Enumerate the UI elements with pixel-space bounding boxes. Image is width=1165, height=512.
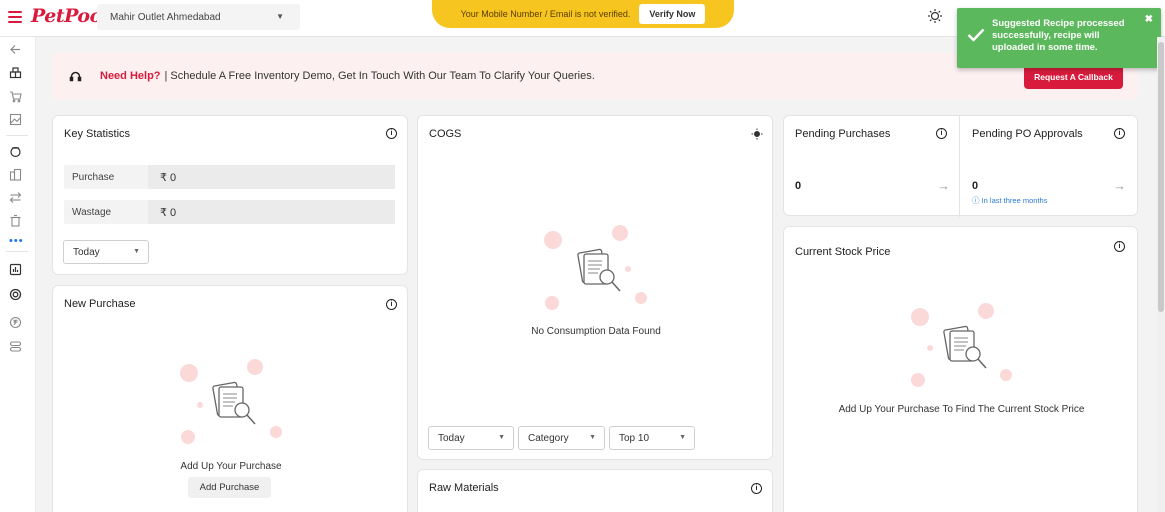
pending-po-note: ⓘ In last three months: [972, 196, 1048, 205]
cogs-top-select[interactable]: Top 10 ▼: [609, 426, 695, 450]
info-icon[interactable]: i: [936, 128, 947, 139]
stat-label: Purchase: [72, 172, 115, 183]
stat-row-wastage: Wastage ₹ 0: [64, 200, 395, 224]
card-title: Pending PO Approvals: [972, 128, 1083, 140]
support-icon[interactable]: [9, 288, 22, 301]
scrollbar-thumb[interactable]: [1158, 42, 1164, 312]
info-icon[interactable]: i: [1114, 128, 1125, 139]
cogs-period-select[interactable]: Today ▼: [428, 426, 514, 450]
sidebar-divider: [6, 135, 28, 136]
checkmark-icon: [967, 28, 985, 42]
new-purchase-card: New Purchase i Add Up Your Purchase Add …: [52, 285, 408, 512]
card-title: Pending Purchases: [795, 128, 891, 140]
period-value: Today: [438, 433, 465, 444]
stat-label: Wastage: [72, 207, 112, 218]
more-dots-icon[interactable]: •••: [9, 236, 24, 247]
card-title: Raw Materials: [429, 482, 499, 494]
empty-state-illustration-icon: [544, 225, 647, 310]
chevron-down-icon: ▼: [276, 12, 284, 21]
empty-state-illustration-icon: [911, 303, 1012, 387]
empty-state-illustration-icon: [180, 359, 282, 444]
verification-message: Your Mobile Number / Email is not verifi…: [460, 9, 631, 19]
card-title: Current Stock Price: [795, 246, 891, 258]
category-value: Category: [528, 433, 569, 444]
cogs-card: COGS No Consumption Data Found Today ▼ C…: [417, 115, 773, 460]
card-title: New Purchase: [64, 298, 136, 310]
help-message: | Schedule A Free Inventory Demo, Get In…: [164, 70, 595, 82]
image-icon[interactable]: [9, 113, 22, 126]
current-stock-card: Current Stock Price i Add Up Your Purcha…: [783, 226, 1138, 512]
empty-state-text: No Consumption Data Found: [531, 326, 661, 337]
info-icon[interactable]: i: [1114, 241, 1125, 252]
arrow-right-icon[interactable]: →: [937, 178, 950, 193]
chevron-down-icon: ▼: [498, 434, 505, 441]
lightbulb-icon[interactable]: [927, 8, 943, 24]
raw-materials-card: Raw Materials i: [417, 469, 773, 512]
top-value: Top 10: [619, 433, 650, 444]
info-icon[interactable]: i: [751, 483, 762, 494]
card-divider: [959, 116, 960, 217]
verification-banner: Your Mobile Number / Email is not verifi…: [432, 0, 734, 28]
stat-value: ₹ 0: [148, 165, 395, 189]
rupee-icon[interactable]: [9, 316, 22, 329]
info-icon[interactable]: i: [386, 299, 397, 310]
pending-po-count: 0: [972, 180, 979, 192]
stat-value: ₹ 0: [148, 200, 395, 224]
page-scrollbar[interactable]: [1157, 37, 1165, 512]
arrow-right-icon[interactable]: →: [1113, 178, 1126, 193]
headset-icon: [69, 70, 82, 83]
lightbulb-icon[interactable]: [751, 128, 763, 140]
add-purchase-button[interactable]: Add Purchase: [188, 477, 271, 498]
hamburger-menu-icon[interactable]: [8, 11, 22, 23]
info-icon[interactable]: i: [386, 128, 397, 139]
settings-toggle-icon[interactable]: [9, 340, 22, 353]
recipe-icon[interactable]: [9, 145, 22, 158]
buildings-icon[interactable]: [9, 168, 22, 181]
period-value: Today: [73, 247, 100, 258]
request-callback-button[interactable]: Request A Callback: [1024, 65, 1123, 89]
period-select[interactable]: Today ▼: [63, 240, 149, 264]
sidebar: •••: [0, 37, 36, 512]
cogs-category-select[interactable]: Category ▼: [518, 426, 605, 450]
card-title: Key Statistics: [64, 128, 131, 140]
success-toast: Suggested Recipe processed successfully,…: [957, 8, 1161, 68]
outlet-selector[interactable]: Mahir Outlet Ahmedabad ▼: [97, 4, 300, 30]
card-title: COGS: [429, 128, 462, 140]
trash-icon[interactable]: [9, 214, 22, 227]
toast-message: Suggested Recipe processed successfully,…: [992, 18, 1125, 53]
inventory-icon[interactable]: [9, 66, 22, 79]
pending-card: Pending Purchases i 0 → Pending PO Appro…: [783, 115, 1138, 217]
empty-state-text: Add Up Your Purchase: [180, 461, 282, 472]
close-icon[interactable]: ✖: [1145, 14, 1153, 25]
help-text: Need Help? | Schedule A Free Inventory De…: [100, 70, 595, 82]
chevron-down-icon: ▼: [133, 248, 140, 255]
chevron-down-icon: ▼: [589, 434, 596, 441]
chevron-down-icon: ▼: [679, 434, 686, 441]
stat-row-purchase: Purchase ₹ 0: [64, 165, 395, 189]
report-icon[interactable]: [9, 263, 22, 276]
pending-purchases-count: 0: [795, 180, 802, 192]
key-statistics-card: Key Statistics i Purchase ₹ 0 Wastage ₹ …: [52, 115, 408, 275]
cart-icon[interactable]: [9, 90, 22, 103]
verify-now-button[interactable]: Verify Now: [639, 4, 706, 24]
outlet-name: Mahir Outlet Ahmedabad: [110, 11, 221, 23]
empty-state-text: Add Up Your Purchase To Find The Current…: [838, 404, 1085, 415]
back-arrow-icon[interactable]: [9, 43, 22, 56]
need-help-label: Need Help?: [100, 70, 161, 82]
transfer-icon[interactable]: [9, 191, 22, 204]
sidebar-divider: [6, 251, 28, 252]
